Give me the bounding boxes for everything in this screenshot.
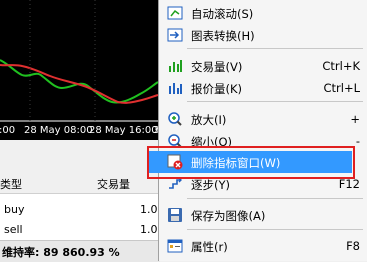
menu-item-zoom-out[interactable]: 缩小(O) - — [159, 130, 367, 152]
menu-item-shortcut: F8 — [346, 239, 360, 253]
price-chart[interactable]: :00 28 May 08:00 28 May 16:00 3 — [0, 0, 160, 140]
tick-volumes-icon — [167, 80, 183, 96]
menu-item-zoom-in[interactable]: 放大(I) + — [159, 108, 367, 130]
properties-icon — [167, 238, 183, 254]
trade-volume: 1.0 — [140, 203, 158, 216]
time-tick-label: :00 — [0, 125, 16, 136]
table-header: 类型 交易量 — [0, 173, 160, 194]
trade-volume: 1.0 — [140, 223, 158, 236]
menu-item-auto-scroll[interactable]: 自动滚动(S) — [159, 2, 367, 24]
table-row[interactable]: sell 1.0 — [0, 220, 160, 240]
menu-item-label: 报价量(K) — [191, 82, 243, 96]
menu-item-shortcut: F12 — [338, 177, 360, 191]
menu-item-label: 删除指标窗口(W) — [191, 156, 281, 170]
menu-item-delete-indicator-window[interactable]: 删除指标窗口(W) — [149, 151, 352, 173]
menu-item-label: 交易量(V) — [191, 60, 243, 74]
menu-item-shortcut: + — [350, 112, 360, 126]
margin-level-text: 维持率: 89 860.93 % — [2, 246, 120, 259]
chart-canvas — [0, 0, 160, 122]
zoom-out-icon — [167, 133, 183, 149]
menu-item-label: 逐步(Y) — [191, 178, 230, 192]
menu-item-tick-volumes[interactable]: 报价量(K) Ctrl+L — [159, 77, 367, 99]
column-header-volume[interactable]: 交易量 — [97, 176, 130, 192]
auto-scroll-icon — [167, 5, 183, 21]
menu-item-save-as-picture[interactable]: 保存为图像(A) — [159, 204, 367, 226]
step-icon — [167, 176, 183, 192]
chart-context-menu: 自动滚动(S) 图表转换(H) 交易量(V) Ctrl+K 报价量(K) Ctr… — [149, 0, 367, 261]
menu-separator — [187, 48, 363, 49]
chart-shift-icon — [167, 27, 183, 43]
menu-item-label: 放大(I) — [191, 113, 227, 127]
menu-separator — [187, 229, 363, 230]
menu-item-label: 保存为图像(A) — [191, 209, 266, 223]
time-tick-label: 28 May 16:00 — [89, 125, 158, 136]
menu-item-properties[interactable]: 属性(r) F8 — [159, 235, 367, 257]
volumes-icon — [167, 58, 183, 74]
menu-item-shortcut: - — [355, 134, 360, 148]
menu-item-chart-shift[interactable]: 图表转换(H) — [159, 24, 367, 46]
save-image-icon — [167, 207, 183, 223]
menu-item-step[interactable]: 逐步(Y) F12 — [159, 173, 367, 195]
menu-item-label: 缩小(O) — [191, 135, 233, 149]
menu-item-label: 自动滚动(S) — [191, 7, 254, 21]
menu-item-label: 图表转换(H) — [191, 29, 255, 43]
margin-level-row: 维持率: 89 860.93 % — [0, 240, 160, 262]
menu-item-shortcut: Ctrl+L — [323, 81, 360, 95]
table-row[interactable]: buy 1.0 — [0, 200, 160, 220]
zoom-in-icon — [167, 111, 183, 127]
menu-separator — [187, 101, 363, 102]
trade-type: sell — [4, 223, 23, 236]
time-tick-label: 28 May 08:00 — [24, 125, 93, 136]
trade-type: buy — [4, 203, 25, 216]
delete-indicator-window-icon — [167, 154, 183, 170]
menu-item-shortcut: Ctrl+K — [322, 59, 360, 73]
menu-item-label: 属性(r) — [191, 240, 228, 254]
menu-separator — [187, 198, 363, 199]
menu-item-volumes[interactable]: 交易量(V) Ctrl+K — [159, 55, 367, 77]
column-header-type[interactable]: 类型 — [0, 176, 22, 192]
